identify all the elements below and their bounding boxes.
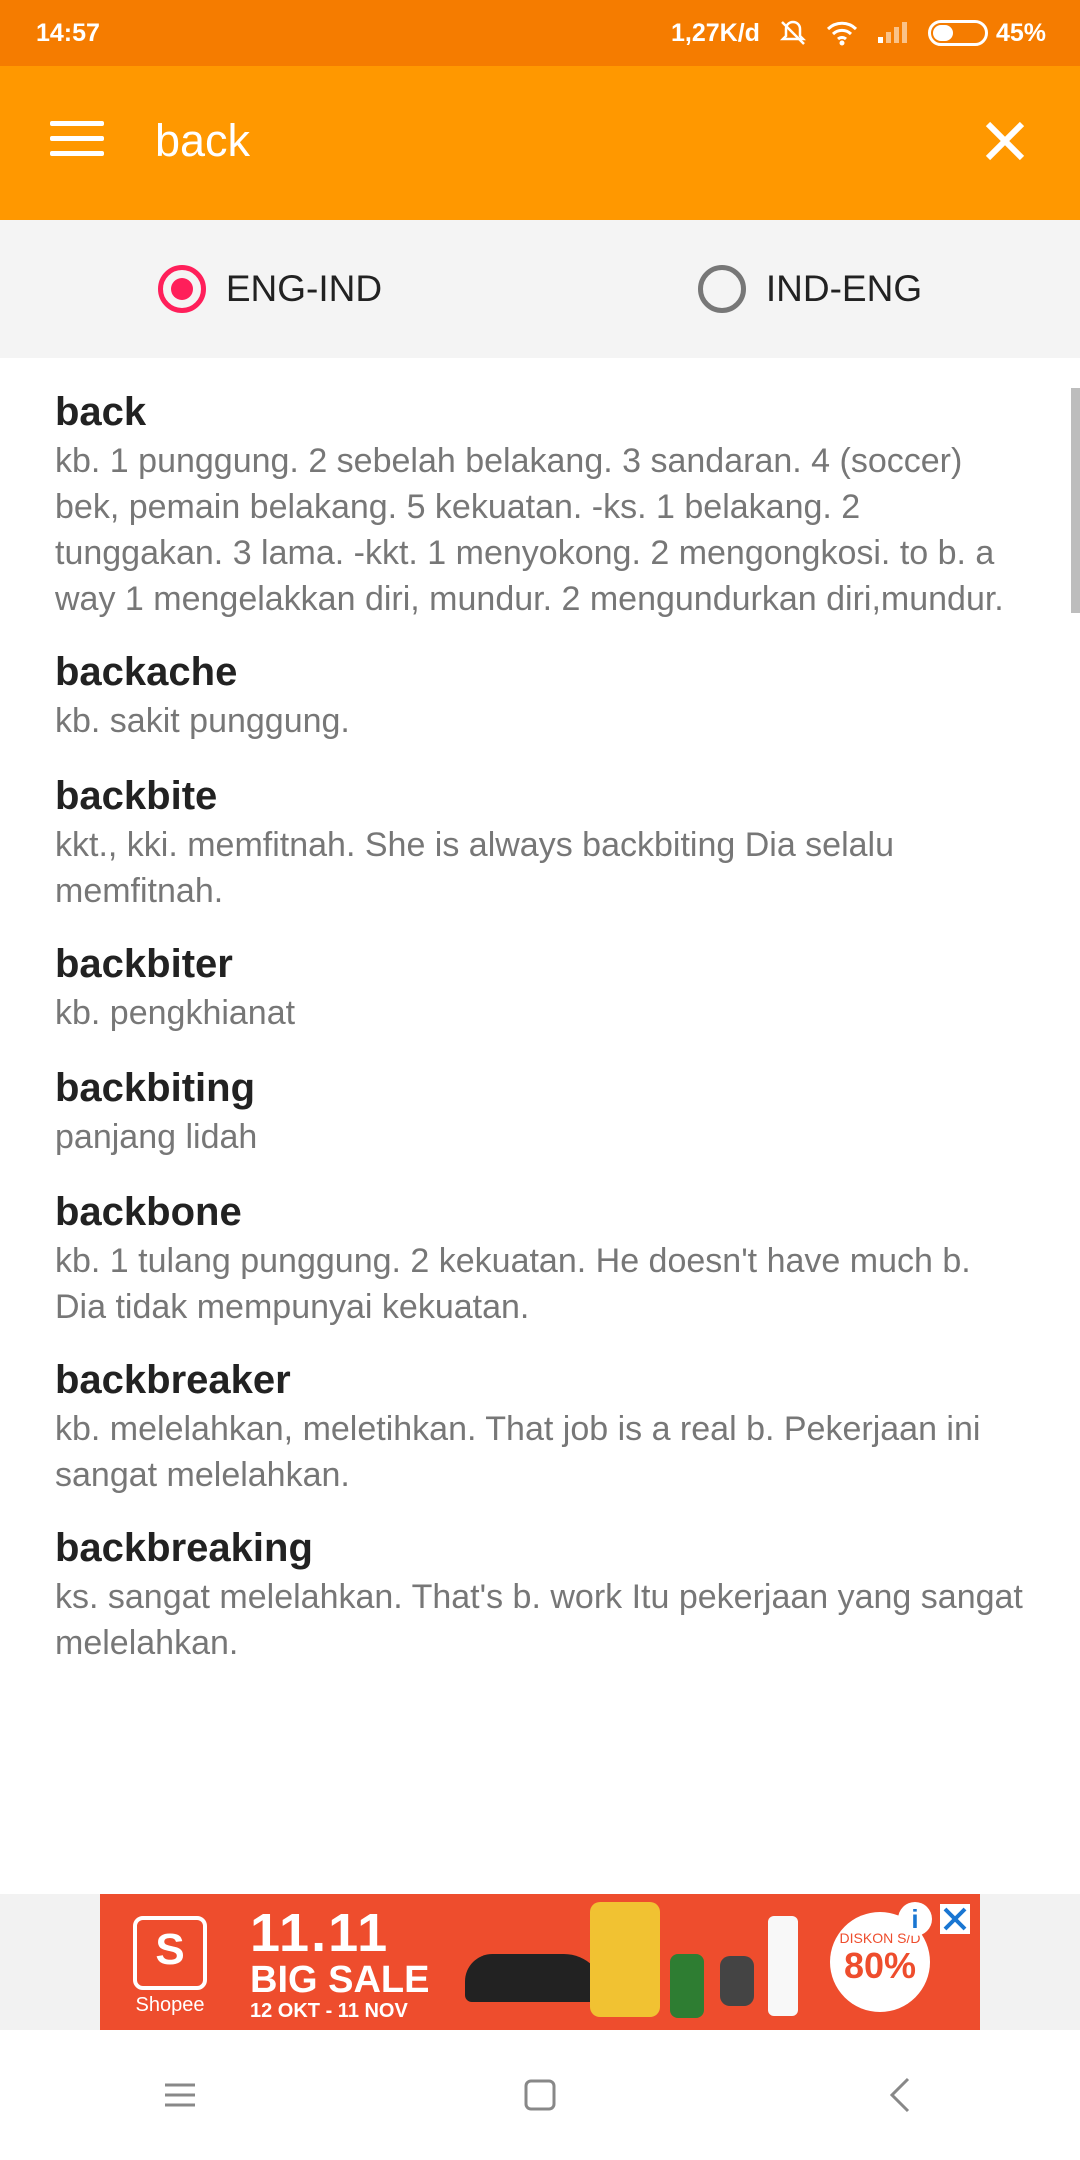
entry-definition: kb. 1 punggung. 2 sebelah belakang. 3 sa… xyxy=(55,442,1004,618)
recents-icon[interactable] xyxy=(140,2055,220,2135)
close-icon[interactable] xyxy=(980,116,1030,166)
ad-headline: 11.11 xyxy=(250,1903,390,1963)
ad-banner[interactable]: S Shopee 11.11 BIG SALE 12 OKT - 11 NOV … xyxy=(100,1894,980,2030)
system-nav-bar xyxy=(0,2030,1080,2160)
entry-definition: kb. pengkhianat xyxy=(55,994,296,1032)
radio-ind-eng[interactable]: IND-ENG xyxy=(540,220,1080,358)
watch-image xyxy=(720,1956,754,2006)
antiseptic-bottle-image xyxy=(670,1954,704,2018)
formula-can-image xyxy=(590,1902,660,2017)
list-item[interactable]: backache kb. sakit punggung. xyxy=(0,622,1080,744)
entry-word: backbreaking xyxy=(55,1526,313,1570)
ad-strip: S Shopee 11.11 BIG SALE 12 OKT - 11 NOV … xyxy=(0,1894,1080,2030)
radio-label-eng-ind: ENG-IND xyxy=(225,268,383,309)
status-icons: 1,27K/d 45% xyxy=(671,18,1046,48)
radio-label-ind-eng: IND-ENG xyxy=(765,268,923,309)
search-input[interactable]: back xyxy=(155,106,915,176)
list-item[interactable]: backbite kkt., kki. memfitnah. She is al… xyxy=(0,744,1080,914)
entry-word: backbite xyxy=(55,774,218,818)
entry-definition: panjang lidah xyxy=(55,1118,258,1156)
discount-value: 80% xyxy=(843,1945,917,1986)
entry-definition: kkt., kki. memfitnah. She is always back… xyxy=(55,826,895,910)
back-icon[interactable] xyxy=(860,2055,940,2135)
spray-bottle-image xyxy=(768,1916,798,2016)
shoe-product-image xyxy=(465,1954,605,2002)
wifi-icon xyxy=(826,20,858,46)
radio-eng-ind[interactable]: ENG-IND xyxy=(0,220,540,358)
bell-off-icon xyxy=(778,18,808,48)
status-time: 14:57 xyxy=(36,18,100,47)
scrollbar[interactable] xyxy=(1071,388,1080,613)
battery-indicator: 45% xyxy=(927,18,1046,48)
entry-word: backbone xyxy=(55,1190,242,1234)
entry-word: backbiting xyxy=(55,1066,256,1110)
battery-icon xyxy=(927,20,988,46)
shopee-bag-icon: S xyxy=(133,1916,207,1990)
ad-brand: Shopee xyxy=(135,1994,205,2016)
entry-word: backbreaker xyxy=(55,1358,291,1402)
entry-word: backbiter xyxy=(55,942,233,986)
entry-word: backache xyxy=(55,650,238,694)
entry-definition: ks. sangat melelahkan. That's b. work It… xyxy=(55,1578,1023,1662)
status-bar: 14:57 1,27K/d 45% xyxy=(0,0,1080,66)
ad-sale-text: BIG SALE xyxy=(250,1959,430,2001)
ad-headline-block: 11.11 BIG SALE 12 OKT - 11 NOV xyxy=(250,1906,429,2023)
entry-definition: kb. 1 tulang punggung. 2 kekuatan. He do… xyxy=(55,1242,971,1326)
list-item[interactable]: backbiter kb. pengkhianat xyxy=(0,914,1080,1036)
direction-toggle: ENG-IND IND-ENG xyxy=(0,220,1080,358)
radio-unchecked-icon[interactable] xyxy=(697,265,746,313)
entry-list[interactable]: back kb. 1 punggung. 2 sebelah belakang.… xyxy=(0,358,1080,1894)
ad-info-icon[interactable]: i xyxy=(898,1902,932,1936)
signal-icon xyxy=(876,21,910,45)
list-item[interactable]: backbreaker kb. melelahkan, meletihkan. … xyxy=(0,1330,1080,1498)
entry-definition: kb. melelahkan, meletihkan. That job is … xyxy=(55,1410,981,1494)
list-item[interactable]: backbiting panjang lidah xyxy=(0,1036,1080,1160)
list-item[interactable]: backbreaking ks. sangat melelahkan. That… xyxy=(0,1498,1080,1666)
ad-close-icon[interactable] xyxy=(940,1904,970,1934)
entry-definition: kb. sakit punggung. xyxy=(55,702,350,740)
hamburger-menu-icon[interactable] xyxy=(50,121,104,161)
list-item[interactable]: backbone kb. 1 tulang punggung. 2 kekuat… xyxy=(0,1160,1080,1330)
ad-dates: 12 OKT - 11 NOV xyxy=(250,2000,408,2022)
app-bar: back xyxy=(0,66,1080,220)
entry-word: back xyxy=(55,390,147,434)
battery-percent: 45% xyxy=(995,18,1046,47)
network-speed: 1,27K/d xyxy=(671,18,760,47)
radio-checked-icon[interactable] xyxy=(157,265,206,313)
home-icon[interactable] xyxy=(500,2055,580,2135)
list-item[interactable]: back kb. 1 punggung. 2 sebelah belakang.… xyxy=(0,358,1080,622)
shopee-logo: S Shopee xyxy=(130,1916,210,2016)
